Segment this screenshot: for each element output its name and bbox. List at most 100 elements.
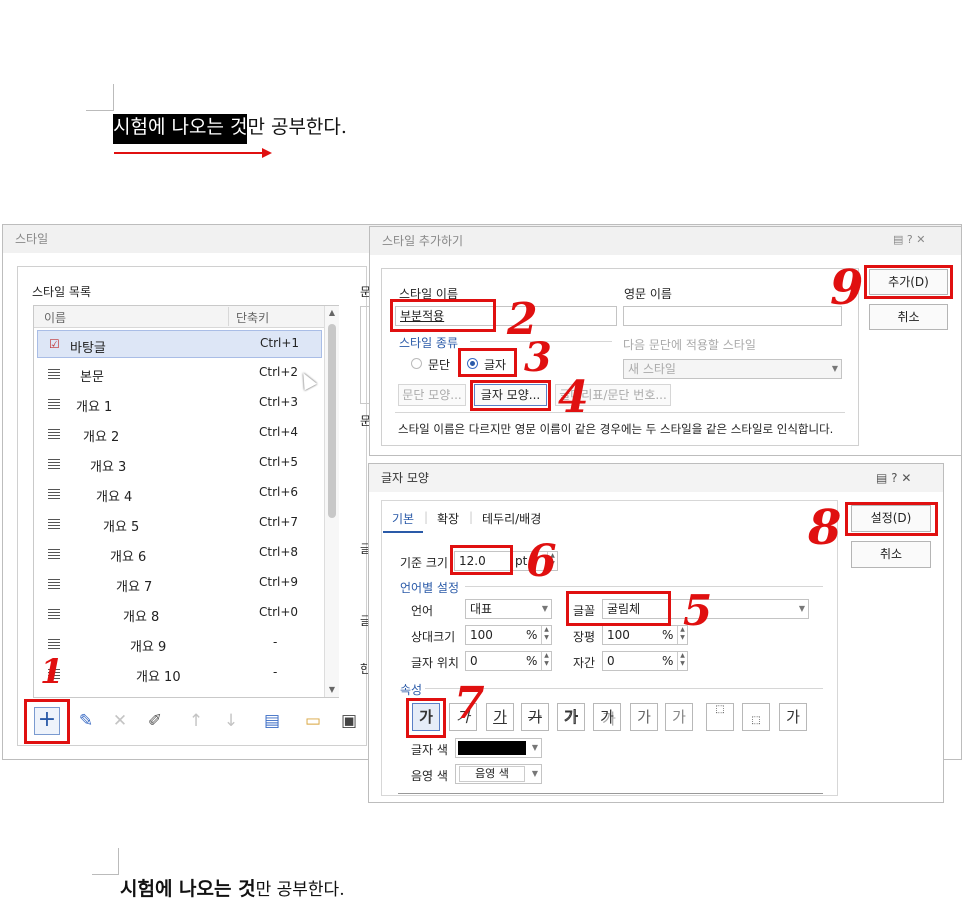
style-row[interactable]: 개요 6 Ctrl+8 xyxy=(37,540,322,568)
style-row[interactable]: 본문 Ctrl+2 xyxy=(37,360,322,388)
spacing-input[interactable]: 0% ▲ ▼ xyxy=(602,651,688,671)
lang-value: 대표 xyxy=(470,602,493,616)
cancel-button[interactable]: 취소 xyxy=(869,304,948,330)
style-shortcut: Ctrl+4 xyxy=(259,425,299,439)
text-color-select[interactable]: ▼ xyxy=(455,738,542,758)
tab-border[interactable]: 테두리/배경 xyxy=(482,510,541,527)
move-down-icon[interactable]: ↓ xyxy=(217,706,245,736)
page-guide xyxy=(113,84,114,111)
open-folder-icon[interactable]: ▭ xyxy=(299,706,327,736)
scroll-thumb[interactable] xyxy=(328,324,336,518)
col-name[interactable]: 이름 xyxy=(44,309,66,326)
style-shortcut: - xyxy=(273,635,278,649)
save-icon[interactable]: ▣ xyxy=(335,706,363,736)
step-number: 7 xyxy=(454,678,485,729)
edit-style-icon[interactable]: ✎ xyxy=(72,706,100,736)
radio-paragraph-label[interactable]: 문단 xyxy=(428,356,450,373)
pos-value: 0 xyxy=(470,654,478,668)
style-shortcut: - xyxy=(273,665,278,679)
list-scrollbar[interactable]: ▲ ▼ xyxy=(324,306,339,697)
step-number: 6 xyxy=(526,536,557,587)
normal-attr-button[interactable]: 가 xyxy=(779,703,807,731)
move-up-icon[interactable]: ↑ xyxy=(182,706,210,736)
style-shortcut: Ctrl+6 xyxy=(259,485,299,499)
style-row-selected[interactable]: ☑ 바탕글 Ctrl+1 xyxy=(37,330,322,358)
style-shortcut: Ctrl+9 xyxy=(259,575,299,589)
step-number: 9 xyxy=(830,260,864,316)
highlight-box xyxy=(390,299,496,332)
help-icon[interactable]: ▤ ? ✕ xyxy=(876,471,911,485)
edit-shortcut-icon[interactable]: ✐ xyxy=(141,706,169,736)
style-row[interactable]: 개요 2 Ctrl+4 xyxy=(37,420,322,448)
eng-name-input[interactable] xyxy=(623,306,842,326)
col-shortcut[interactable]: 단축키 xyxy=(236,309,269,326)
rel-size-input[interactable]: 100% ▲ ▼ xyxy=(465,625,552,645)
lang-section-label: 언어별 설정 xyxy=(400,581,460,595)
style-list-label: 스타일 목록 xyxy=(32,285,92,299)
selected-text[interactable]: 시험에 나오는 것 xyxy=(113,114,248,144)
step-number: 3 xyxy=(524,334,552,381)
base-size-label: 기준 크기 xyxy=(400,556,448,570)
step-number: 4 xyxy=(558,372,589,423)
style-row[interactable]: 개요 10 - xyxy=(37,660,322,688)
engrave-attr-button[interactable]: 가 xyxy=(665,703,693,731)
style-name: 개요 7 xyxy=(116,580,153,595)
import-style-icon[interactable]: ▤ xyxy=(258,706,286,736)
style-row[interactable]: 개요 3 Ctrl+5 xyxy=(37,450,322,478)
style-row[interactable]: 개요 9 - xyxy=(37,630,322,658)
doc-text[interactable]: 만 공부한다. xyxy=(247,116,346,138)
style-row[interactable]: 개요 8 Ctrl+0 xyxy=(37,600,322,628)
paragraph-style-icon xyxy=(48,639,60,649)
next-style-select[interactable]: 새 스타일 ▼ xyxy=(623,359,842,379)
tab-basic[interactable]: 기본 xyxy=(392,510,414,527)
underline-attr-button[interactable]: 가 xyxy=(486,703,514,731)
unit-label: % xyxy=(662,654,674,668)
scroll-up-icon[interactable]: ▲ xyxy=(325,306,339,320)
doc-line-1[interactable]: 시험에 나오는 것만 공부한다. xyxy=(113,112,347,144)
pos-input[interactable]: 0% ▲ ▼ xyxy=(465,651,552,671)
tab-extend[interactable]: 확장 xyxy=(437,510,459,527)
preview-box xyxy=(360,306,369,404)
paragraph-style-icon xyxy=(48,399,60,409)
superscript-attr-icon[interactable]: ⬚ xyxy=(706,703,734,731)
strike-attr-button[interactable]: 가 xyxy=(521,703,549,731)
paragraph-style-icon xyxy=(48,609,60,619)
delete-style-icon[interactable]: ✕ xyxy=(106,706,134,736)
shadow-attr-button[interactable]: 가 xyxy=(593,703,621,731)
scroll-down-icon[interactable]: ▼ xyxy=(325,683,339,697)
outline-attr-button[interactable]: 가 xyxy=(557,703,585,731)
style-shortcut: Ctrl+8 xyxy=(259,545,299,559)
para-shape-button[interactable]: 문단 모양... xyxy=(398,384,466,406)
bold-text[interactable]: 시험에 나오는 것 xyxy=(120,878,256,900)
unit-label: % xyxy=(526,654,538,668)
style-shortcut: Ctrl+0 xyxy=(259,605,299,619)
help-icon[interactable]: ▤ ? ✕ xyxy=(893,233,925,246)
radio-paragraph[interactable] xyxy=(411,358,422,369)
lang-select[interactable]: 대표 ▼ xyxy=(465,599,552,619)
style-row[interactable]: 개요 7 Ctrl+9 xyxy=(37,570,322,598)
style-shortcut: Ctrl+5 xyxy=(259,455,299,469)
doc-line-2[interactable]: 시험에 나오는 것만 공부한다. xyxy=(120,874,345,901)
width-label: 장평 xyxy=(573,630,596,644)
style-row[interactable]: 개요 4 Ctrl+6 xyxy=(37,480,322,508)
paragraph-style-icon xyxy=(48,429,60,439)
cancel-button[interactable]: 취소 xyxy=(851,541,931,568)
paragraph-style-icon xyxy=(48,519,60,529)
style-row[interactable]: 개요 5 Ctrl+7 xyxy=(37,510,322,538)
lang-label: 언어 xyxy=(411,604,434,618)
doc-text[interactable]: 만 공부한다. xyxy=(256,880,345,900)
style-name: 개요 3 xyxy=(90,460,127,475)
arrow-line xyxy=(114,152,264,154)
note-text: 스타일 이름은 다르지만 영문 이름이 같은 경우에는 두 스타일을 같은 스타… xyxy=(398,422,834,436)
style-row[interactable]: 개요 1 Ctrl+3 xyxy=(37,390,322,418)
dialog-title: 글자 모양 xyxy=(369,464,943,492)
width-input[interactable]: 100% ▲ ▼ xyxy=(602,625,688,645)
subscript-attr-icon[interactable]: ⬚ xyxy=(742,703,770,731)
highlight-box xyxy=(406,698,446,738)
list-header xyxy=(34,306,324,328)
shade-color-select[interactable]: 음영 색 ▼ xyxy=(455,764,542,784)
highlight-box xyxy=(845,502,938,536)
emboss-attr-button[interactable]: 가 xyxy=(630,703,658,731)
style-name: 개요 10 xyxy=(136,670,181,685)
highlight-box xyxy=(450,545,513,575)
